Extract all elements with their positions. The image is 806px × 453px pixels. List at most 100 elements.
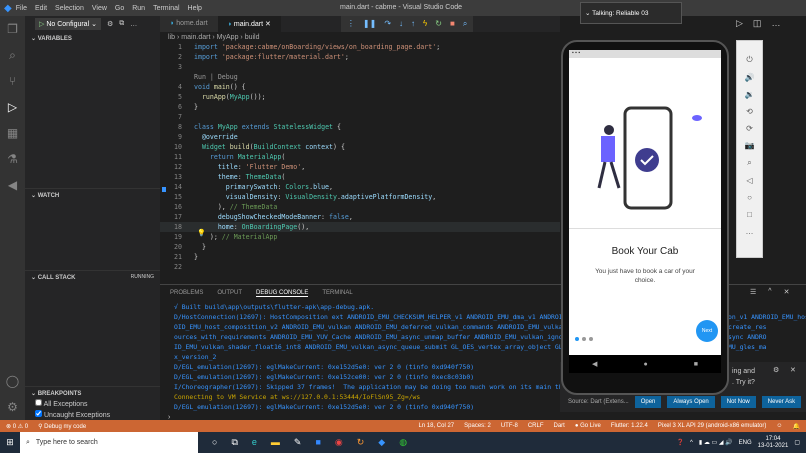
source-control-icon[interactable]: ⑂ [0,68,25,94]
flutter-icon[interactable]: ◀ [0,172,25,198]
back-icon[interactable]: ◀ [592,360,597,368]
code-line[interactable]: 9 @override [160,132,560,142]
pause-icon[interactable]: ❚❚ [363,19,376,29]
code-line[interactable]: 3 [160,62,560,72]
file-explorer-icon[interactable]: ▬ [271,437,280,448]
chrome-icon[interactable]: ◉ [335,437,343,448]
stop-icon[interactable]: ■ [450,19,455,29]
go-live-button[interactable]: ● Go Live [575,423,601,429]
home-icon[interactable]: ● [643,361,647,368]
step-into-icon[interactable]: ↓ [399,19,403,29]
code-line[interactable]: 2import 'package:flutter/material.dart'; [160,52,560,62]
menu-item[interactable]: View [92,5,107,12]
code-line[interactable]: 19 ); // MaterialApp [160,232,560,242]
code-line[interactable]: 13 theme: ThemeData( [160,172,560,182]
volume-down-icon[interactable]: 🔉 [745,90,755,99]
close-icon[interactable]: ✕ [790,366,796,374]
debug-console-icon[interactable]: ⧉ [119,20,124,28]
maximize-icon[interactable]: ^ [768,288,771,296]
code-line[interactable]: Run | Debug [160,72,560,82]
talking-popup[interactable]: ⌄ Talking: Reliable 03 [580,2,682,24]
code-line[interactable]: 15 visualDensity: VisualDensity.adaptive… [160,192,560,202]
menu-item[interactable]: File [16,5,27,12]
settings-gear-icon[interactable]: ⚙ [107,20,113,28]
vscode-taskbar-icon[interactable]: ◆ [378,437,385,448]
testing-icon[interactable]: ⚗ [0,146,25,172]
code-line[interactable]: 14 primarySwatch: Colors.blue, [160,182,560,192]
code-line[interactable]: 4void main() { [160,82,560,92]
bell-icon[interactable]: 🔔 [793,423,800,430]
account-icon[interactable]: ◯ [0,368,25,394]
panel-tab[interactable]: TERMINAL [322,290,352,297]
gear-icon[interactable]: ⚙ [773,366,779,374]
explorer-icon[interactable]: ❐ [0,16,25,42]
more-icon[interactable]: … [746,227,754,236]
next-button[interactable]: Next [696,320,718,342]
menu-item[interactable]: Selection [55,5,84,12]
indentation[interactable]: Spaces: 2 [464,423,491,429]
watch-section[interactable]: ⌄ WATCH [25,188,160,200]
code-line[interactable]: 17 debugShowCheckedModeBanner: false, [160,212,560,222]
layout-icon[interactable]: ☰ [750,288,756,296]
app-icon[interactable]: ✎ [294,437,302,448]
code-line[interactable]: 21} [160,252,560,262]
menu-item[interactable]: Terminal [153,5,179,12]
tab-main-dart[interactable]: ◗ main.dart ✕ [218,16,281,32]
code-line[interactable]: 7 [160,112,560,122]
breadcrumb-item[interactable]: main.dart [181,34,210,41]
more-icon[interactable]: … [130,21,137,28]
code-line[interactable]: 12 title: 'Flutter Demo', [160,162,560,172]
home-icon[interactable]: ○ [747,193,752,202]
panel-tab[interactable]: PROBLEMS [170,290,203,297]
menu-item[interactable]: Edit [35,5,47,12]
menu-item[interactable]: Run [132,5,145,12]
restart-icon[interactable]: ↻ [435,19,442,29]
task-view-icon[interactable]: ⧉ [231,437,237,448]
back-icon[interactable]: ◁ [746,176,752,185]
breadcrumb-item[interactable]: lib [168,34,175,41]
device-selector[interactable]: Pixel 3 XL API 29 (android-x86 emulator) [658,423,767,429]
open-button[interactable]: Open [635,396,662,408]
split-editor-icon[interactable]: ◫ [753,18,762,29]
cursor-position[interactable]: Ln 18, Col 27 [418,423,454,429]
checkbox[interactable] [35,410,42,417]
code-line[interactable]: 18 home: OnBoardingPage(), [160,222,560,232]
cortana-icon[interactable]: ○ [212,437,217,448]
code-line[interactable]: 5 runApp(MyApp()); [160,92,560,102]
feedback-icon[interactable]: ☺ [776,423,782,429]
code-line[interactable]: 22 [160,262,560,272]
tray-chevron-icon[interactable]: ^ [690,440,693,446]
menu-item[interactable]: Go [115,5,124,12]
extensions-icon[interactable]: ▦ [0,120,25,146]
recents-icon[interactable]: ■ [694,361,698,368]
inspect-icon[interactable]: ⌕ [463,19,467,29]
code-line[interactable]: 10 Widget build(BuildContext context) { [160,142,560,152]
clock[interactable]: 17:0413-01-2021 [758,436,789,450]
breakpoint-all-exceptions[interactable]: All Exceptions [35,399,110,410]
code-line[interactable]: 20 } [160,242,560,252]
panel-tab[interactable]: OUTPUT [217,290,242,297]
code-line[interactable]: 16 ), // ThemeData [160,202,560,212]
panel-tab[interactable]: DEBUG CONSOLE [256,290,308,297]
windows-start-icon[interactable]: ⊞ [0,437,20,448]
power-icon[interactable]: ⏻ [746,55,752,65]
volume-up-icon[interactable]: 🔊 [745,73,755,82]
always-open-button[interactable]: Always Open [667,396,714,408]
edge-icon[interactable]: e [252,437,257,448]
android-studio-icon[interactable]: ↻ [357,437,365,448]
step-out-icon[interactable]: ↑ [411,19,415,29]
run-icon[interactable]: ▷ [736,18,743,29]
debug-status[interactable]: ⚲ Debug my code [38,423,86,430]
more-icon[interactable]: … [771,18,780,29]
menu-item[interactable]: Help [188,5,202,12]
rotate-right-icon[interactable]: ⟳ [746,124,753,133]
run-config-select[interactable]: ▷ No Configural ⌄ [35,18,101,30]
language-mode[interactable]: Dart [554,423,565,429]
checkbox[interactable] [35,399,42,406]
callstack-section[interactable]: ⌄ CALL STACKRUNNING [25,270,160,282]
encoding[interactable]: UTF-8 [501,423,518,429]
notifications-icon[interactable]: ▢ [794,439,800,446]
not-now-button[interactable]: Not Now [721,396,756,408]
breadcrumb-item[interactable]: build [245,34,260,41]
run-debug-icon[interactable]: ▷ [0,94,25,120]
